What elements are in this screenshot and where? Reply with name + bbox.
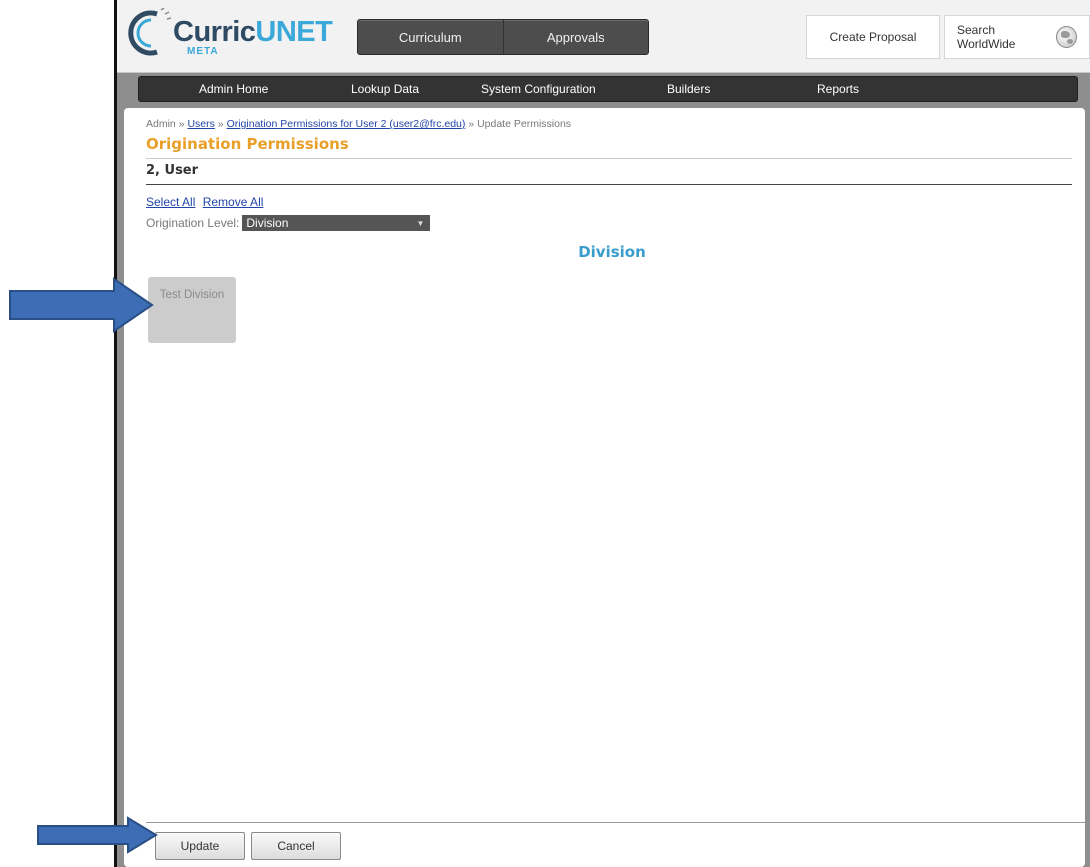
user-name-heading: 2, User xyxy=(146,163,199,178)
breadcrumb-separator: » xyxy=(175,118,188,130)
remove-all-link[interactable]: Remove All xyxy=(203,195,264,209)
origination-level-row: Origination Level: Division ▼ xyxy=(146,215,431,231)
breadcrumb-origination-link[interactable]: Origination Permissions for User 2 (user… xyxy=(227,118,466,130)
create-proposal-button[interactable]: Create Proposal xyxy=(806,15,940,59)
top-nav: Curriculum Approvals xyxy=(357,19,649,55)
origination-level-select[interactable]: Division ▼ xyxy=(242,215,431,231)
logo-brand-suffix: UNET xyxy=(255,16,333,48)
selection-links: Select All Remove All xyxy=(146,195,267,209)
footer-divider xyxy=(146,822,1085,823)
globe-icon xyxy=(1055,26,1077,48)
logo-subtitle: META xyxy=(187,46,219,57)
breadcrumb-separator: » xyxy=(465,118,478,130)
logo-swoosh-icon xyxy=(128,8,171,56)
logo-brand-prefix: Curric xyxy=(173,16,256,48)
origination-level-value: Division xyxy=(246,216,289,230)
annotation-arrow-icon xyxy=(9,277,154,333)
tab-curriculum[interactable]: Curriculum xyxy=(358,20,503,54)
nav-builders[interactable]: Builders xyxy=(667,82,710,96)
select-all-link[interactable]: Select All xyxy=(146,195,195,209)
tab-approvals[interactable]: Approvals xyxy=(502,20,649,54)
divider xyxy=(146,158,1072,159)
cancel-button[interactable]: Cancel xyxy=(251,832,341,860)
update-button[interactable]: Update xyxy=(155,832,245,860)
search-worldwide-label: Search WorldWide xyxy=(957,23,1016,51)
nav-admin-home[interactable]: Admin Home xyxy=(199,82,268,96)
chevron-down-icon: ▼ xyxy=(416,218,425,228)
breadcrumb-current: Update Permissions xyxy=(477,118,572,130)
page-title: Origination Permissions xyxy=(146,135,349,153)
section-title: Division xyxy=(578,243,646,261)
breadcrumb-separator: » xyxy=(214,118,227,130)
search-worldwide-button[interactable]: Search WorldWide xyxy=(944,15,1090,59)
divider xyxy=(146,184,1072,185)
curricunet-logo[interactable]: CurricUNET META xyxy=(127,6,333,62)
main-content: Admin » Users » Origination Permissions … xyxy=(124,108,1085,867)
annotation-arrow-icon xyxy=(37,816,158,854)
header-actions: Create Proposal Search WorldWide xyxy=(802,15,1090,59)
app-header: CurricUNET META Curriculum Approvals Cre… xyxy=(117,0,1090,73)
breadcrumb: Admin » Users » Origination Permissions … xyxy=(146,118,571,130)
breadcrumb-root: Admin xyxy=(146,118,176,130)
nav-system-configuration[interactable]: System Configuration xyxy=(481,82,596,96)
origination-level-label: Origination Level: xyxy=(146,216,240,230)
division-tile[interactable]: Test Division xyxy=(148,277,236,343)
logo-wordmark: CurricUNET xyxy=(173,16,333,49)
nav-reports[interactable]: Reports xyxy=(817,82,859,96)
admin-nav-bar: Admin Home Lookup Data System Configurat… xyxy=(138,76,1078,102)
nav-lookup-data[interactable]: Lookup Data xyxy=(351,82,419,96)
breadcrumb-users-link[interactable]: Users xyxy=(187,118,214,130)
